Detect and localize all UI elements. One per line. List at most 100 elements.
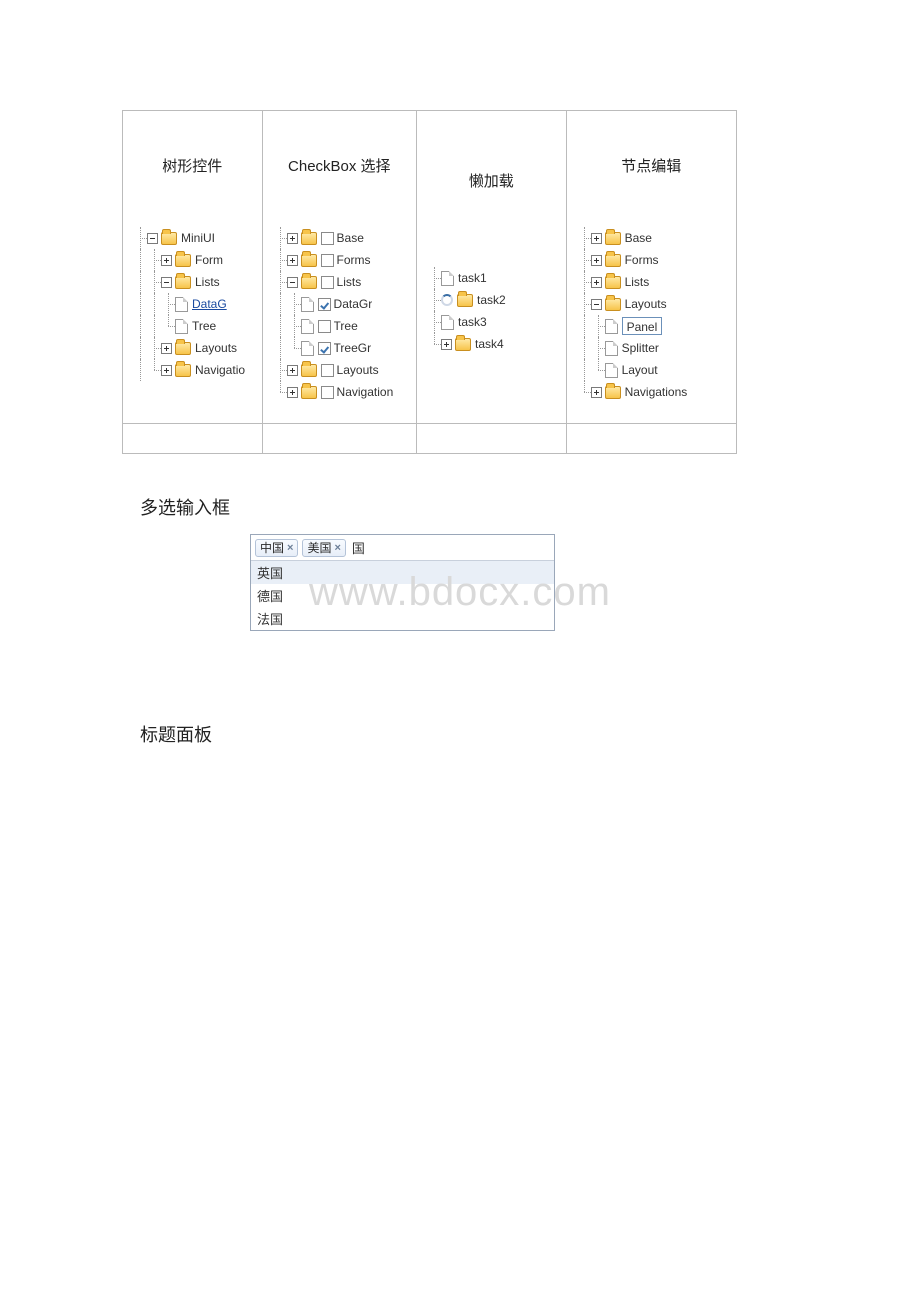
node-label: Tree <box>334 315 358 337</box>
tree-node[interactable]: task1 <box>427 267 562 289</box>
expand-icon[interactable] <box>161 343 172 354</box>
tag-remove-icon[interactable]: × <box>287 539 293 557</box>
collapse-icon[interactable] <box>287 277 298 288</box>
tree-body-0: MiniUIFormListsDataGTreeLayoutsNavigatio <box>123 221 262 423</box>
panel-section-title: 标题面板 <box>140 721 810 747</box>
tree-node[interactable]: Base <box>273 227 413 249</box>
tree-node[interactable]: Panel <box>577 315 732 337</box>
tree-node[interactable]: Layouts <box>273 359 413 381</box>
node-edit-input[interactable]: Panel <box>622 317 663 335</box>
expand-icon[interactable] <box>591 233 602 244</box>
tree-node[interactable]: Navigatio <box>133 359 258 381</box>
cell-title: 树形控件 <box>123 111 262 221</box>
tree-node[interactable]: MiniUI <box>133 227 258 249</box>
checkbox[interactable] <box>321 276 334 289</box>
file-icon <box>441 271 454 286</box>
tree-node[interactable]: Lists <box>273 271 413 293</box>
cell-node-edit: 节点编辑 BaseFormsListsLayouts Panel SplitterL… <box>567 111 736 423</box>
expand-icon[interactable] <box>287 233 298 244</box>
folder-icon <box>175 276 191 289</box>
file-icon <box>301 297 314 312</box>
multiselect-section-title: 多选输入框 <box>140 494 810 520</box>
tree-node[interactable]: Base <box>577 227 732 249</box>
tree-node[interactable]: Navigations <box>577 381 732 403</box>
file-icon <box>175 319 188 334</box>
folder-icon <box>457 294 473 307</box>
node-label: Base <box>337 227 364 249</box>
expand-icon[interactable] <box>161 365 172 376</box>
tree-node[interactable]: Splitter <box>577 337 732 359</box>
checkbox[interactable] <box>321 254 334 267</box>
multiselect-option[interactable]: 英国 <box>251 561 554 584</box>
tag-label: 中国 <box>260 539 284 557</box>
multiselect-option[interactable]: 德国 <box>251 584 554 607</box>
grid-footer-row <box>122 424 737 454</box>
folder-icon <box>175 342 191 355</box>
tree-node[interactable]: task2 <box>427 289 562 311</box>
checkbox[interactable] <box>321 386 334 399</box>
tree-node[interactable]: Layout <box>577 359 732 381</box>
file-icon <box>441 315 454 330</box>
multiselect-typed-text[interactable]: 国 <box>350 538 367 557</box>
cell-title: 节点编辑 <box>567 111 736 221</box>
tree-node[interactable]: Tree <box>273 315 413 337</box>
folder-icon <box>301 276 317 289</box>
checkbox[interactable] <box>321 232 334 245</box>
multiselect-combo[interactable]: 中国 × 美国 × 国 英国 德国 法国 <box>250 534 555 631</box>
expand-icon[interactable] <box>441 339 452 350</box>
checkbox[interactable] <box>321 364 334 377</box>
tree-node[interactable]: Forms <box>273 249 413 271</box>
tag-item[interactable]: 美国 × <box>302 539 345 557</box>
tree-node[interactable]: Forms <box>577 249 732 271</box>
file-icon <box>301 319 314 334</box>
tree-node[interactable]: DataGr <box>273 293 413 315</box>
tree-node[interactable]: TreeGr <box>273 337 413 359</box>
checkbox[interactable] <box>318 342 331 355</box>
tree-node[interactable]: task3 <box>427 311 562 333</box>
multiselect-dropdown: 英国 德国 法国 <box>251 561 554 630</box>
tree-node[interactable]: Layouts <box>577 293 732 315</box>
tree-node[interactable]: Navigation <box>273 381 413 403</box>
node-label: Form <box>195 249 223 271</box>
expand-icon[interactable] <box>287 365 298 376</box>
expand-icon[interactable] <box>161 255 172 266</box>
node-label: Base <box>625 227 652 249</box>
checkbox[interactable] <box>318 298 331 311</box>
tree-node[interactable]: Tree <box>133 315 258 337</box>
expand-icon[interactable] <box>287 387 298 398</box>
tree-node[interactable]: task4 <box>427 333 562 355</box>
cell-tree-control: 树形控件 MiniUIFormListsDataGTreeLayoutsNavi… <box>123 111 263 423</box>
loading-spinner-icon <box>441 294 453 306</box>
collapse-icon[interactable] <box>147 233 158 244</box>
tree-node[interactable]: Layouts <box>133 337 258 359</box>
tree-node[interactable]: Lists <box>577 271 732 293</box>
node-label: Forms <box>337 249 371 271</box>
folder-icon <box>455 338 471 351</box>
node-label: task2 <box>477 289 506 311</box>
expand-icon[interactable] <box>287 255 298 266</box>
cell-lazy-load: 懒加载 task1task2task3task4 <box>417 111 567 423</box>
node-label: Lists <box>625 271 650 293</box>
tag-remove-icon[interactable]: × <box>334 539 340 557</box>
tag-label: 美国 <box>307 539 331 557</box>
node-label[interactable]: DataG <box>192 293 227 315</box>
expand-icon[interactable] <box>591 387 602 398</box>
file-icon <box>605 319 618 334</box>
tag-item[interactable]: 中国 × <box>255 539 298 557</box>
checkbox[interactable] <box>318 320 331 333</box>
multiselect-input-row[interactable]: 中国 × 美国 × 国 <box>251 535 554 561</box>
expand-icon[interactable] <box>591 277 602 288</box>
expand-icon[interactable] <box>591 255 602 266</box>
tree-node[interactable]: Form <box>133 249 258 271</box>
folder-icon <box>301 254 317 267</box>
node-label: Lists <box>195 271 220 293</box>
collapse-icon[interactable] <box>591 299 602 310</box>
tree-node[interactable]: Lists <box>133 271 258 293</box>
tree-body-1: BaseFormsListsDataGrTreeTreeGrLayoutsNav… <box>263 221 417 423</box>
tree-node[interactable]: DataG <box>133 293 258 315</box>
node-label: Layouts <box>195 337 237 359</box>
folder-icon <box>161 232 177 245</box>
collapse-icon[interactable] <box>161 277 172 288</box>
multiselect-option[interactable]: 法国 <box>251 607 554 630</box>
node-label: MiniUI <box>181 227 215 249</box>
